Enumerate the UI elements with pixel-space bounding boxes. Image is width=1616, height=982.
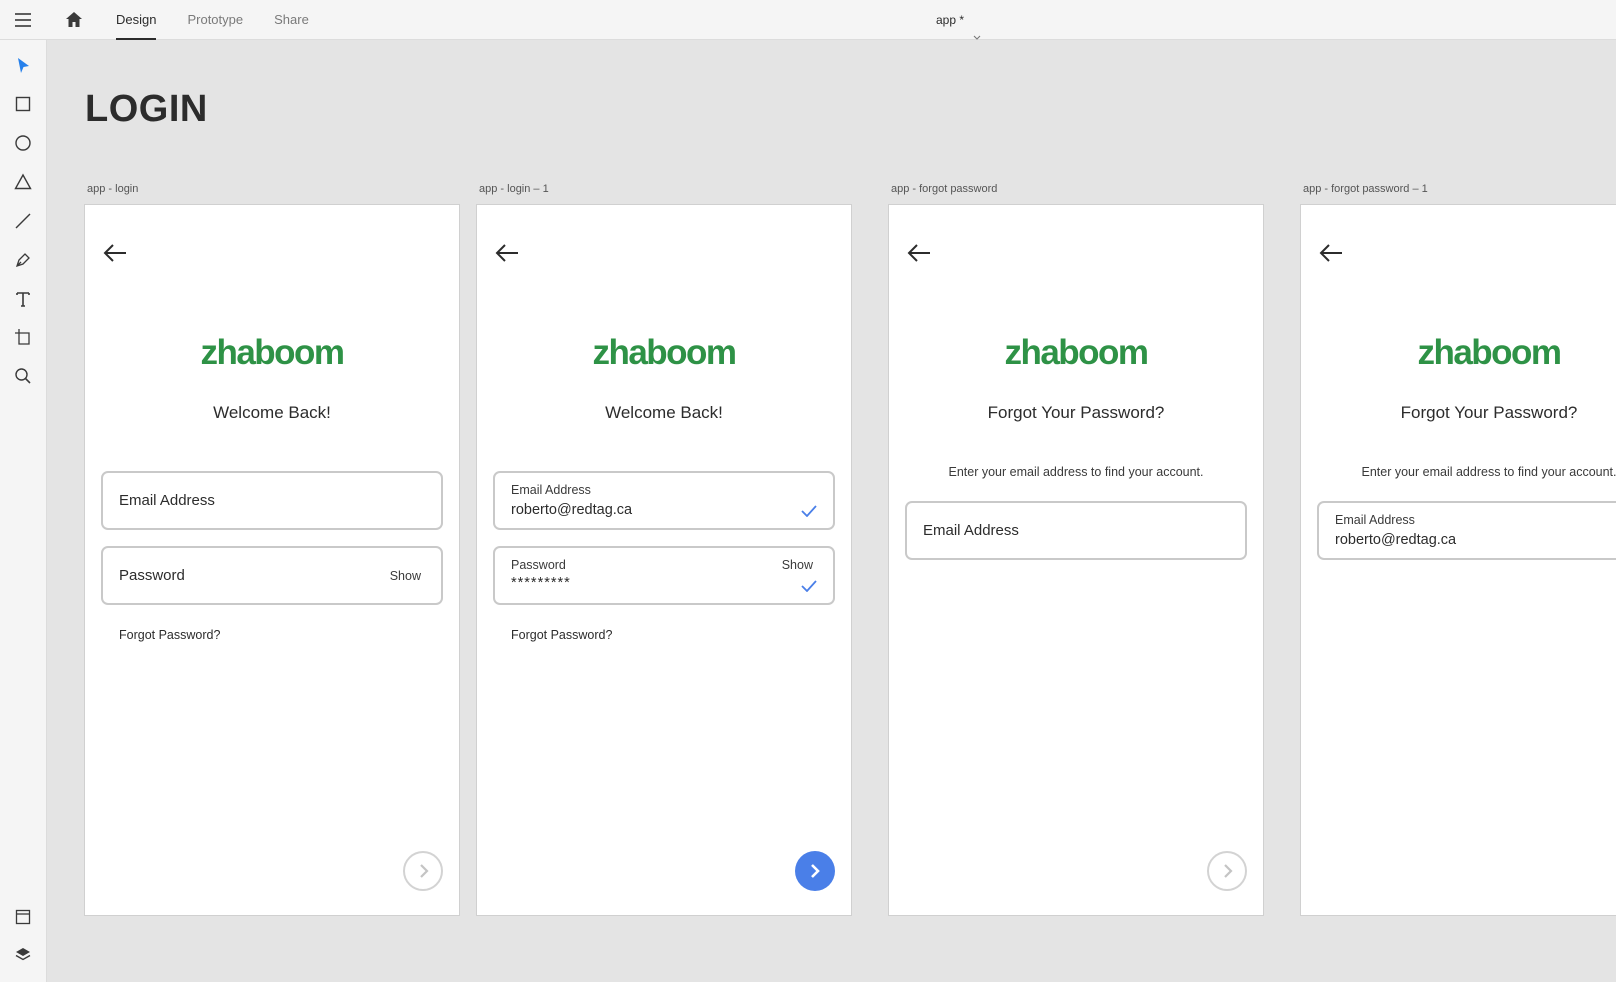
artboard-login[interactable]: zhaboom Welcome Back! Email Address Pass…	[84, 204, 460, 916]
artboard-label[interactable]: app - login	[87, 183, 138, 195]
artboard-label[interactable]: app - forgot password – 1	[1303, 183, 1428, 195]
document-name-dropdown[interactable]: app *	[936, 0, 981, 41]
password-label: Password	[511, 558, 566, 572]
forgot-password-link[interactable]: Forgot Password?	[119, 628, 220, 642]
email-field[interactable]: Email Address roberto@redtag.ca	[1317, 501, 1616, 560]
password-value: *********	[511, 575, 571, 591]
mode-tabs: Design Prototype Share	[116, 0, 340, 40]
email-placeholder: Email Address	[923, 522, 1019, 539]
tab-share[interactable]: Share	[274, 0, 309, 40]
tab-prototype[interactable]: Prototype	[187, 0, 243, 40]
checkmark-icon	[801, 505, 817, 517]
password-placeholder: Password	[119, 567, 185, 584]
artboard-login-filled[interactable]: zhaboom Welcome Back! Email Address robe…	[476, 204, 852, 916]
rectangle-tool-icon[interactable]	[13, 94, 33, 114]
email-placeholder: Email Address	[119, 492, 215, 509]
forgot-heading: Forgot Your Password?	[987, 403, 1165, 422]
back-arrow-icon[interactable]	[494, 243, 520, 263]
zoom-tool-icon[interactable]	[13, 366, 33, 386]
welcome-heading: Welcome Back!	[605, 403, 723, 422]
back-arrow-icon[interactable]	[1318, 243, 1344, 263]
chevron-right-icon	[420, 864, 429, 878]
next-button-disabled[interactable]	[1207, 851, 1247, 891]
instructions-text: Enter your email address to find your ac…	[1361, 465, 1616, 479]
artboard-label[interactable]: app - login – 1	[479, 183, 549, 195]
email-field[interactable]: Email Address	[101, 471, 443, 530]
zhaboom-logo: zhaboom	[1004, 333, 1149, 372]
next-button[interactable]	[795, 851, 835, 891]
document-name: app *	[936, 13, 965, 27]
top-bar: Design Prototype Share app *	[0, 0, 1616, 41]
password-field[interactable]: Password ********* Show	[493, 546, 835, 605]
zhaboom-logo: zhaboom	[1417, 333, 1562, 372]
back-arrow-icon[interactable]	[906, 243, 932, 263]
chevron-down-icon	[973, 17, 981, 41]
next-button-disabled[interactable]	[403, 851, 443, 891]
email-label: Email Address	[1335, 513, 1415, 527]
email-value: roberto@redtag.ca	[511, 502, 633, 518]
email-field[interactable]: Email Address	[905, 501, 1247, 560]
artboard-label[interactable]: app - forgot password	[891, 183, 997, 195]
checkmark-icon	[801, 580, 817, 592]
tab-design[interactable]: Design	[116, 0, 157, 40]
layers-icon[interactable]	[13, 945, 33, 965]
text-tool-icon[interactable]	[13, 289, 33, 309]
select-tool-icon[interactable]	[13, 56, 33, 76]
pen-tool-icon[interactable]	[13, 250, 33, 270]
line-tool-icon[interactable]	[13, 211, 33, 231]
forgot-heading: Forgot Your Password?	[1400, 403, 1578, 422]
chevron-right-icon	[811, 864, 820, 878]
artboard-forgot-password-filled[interactable]: zhaboom Forgot Your Password? Enter your…	[1300, 204, 1616, 916]
show-password-toggle[interactable]: Show	[782, 558, 813, 572]
instructions-text: Enter your email address to find your ac…	[948, 465, 1204, 479]
zhaboom-logo: zhaboom	[592, 333, 737, 372]
assets-icon[interactable]	[13, 907, 33, 927]
email-field[interactable]: Email Address roberto@redtag.ca	[493, 471, 835, 530]
artboard-tool-icon[interactable]	[13, 327, 33, 347]
artboard-forgot-password[interactable]: zhaboom Forgot Your Password? Enter your…	[888, 204, 1264, 916]
chevron-right-icon	[1224, 864, 1233, 878]
polygon-tool-icon[interactable]	[13, 172, 33, 192]
page-title: LOGIN	[85, 88, 208, 130]
password-field[interactable]: Password Show	[101, 546, 443, 605]
back-arrow-icon[interactable]	[102, 243, 128, 263]
email-label: Email Address	[511, 483, 591, 497]
email-value: roberto@redtag.ca	[1335, 532, 1457, 548]
show-password-toggle[interactable]: Show	[390, 569, 421, 583]
hamburger-menu-icon[interactable]	[14, 11, 32, 29]
forgot-password-link[interactable]: Forgot Password?	[511, 628, 612, 642]
tools-panel	[0, 40, 47, 982]
ellipse-tool-icon[interactable]	[13, 133, 33, 153]
zhaboom-logo: zhaboom	[200, 333, 345, 372]
home-icon[interactable]	[64, 10, 84, 30]
welcome-heading: Welcome Back!	[213, 403, 331, 422]
